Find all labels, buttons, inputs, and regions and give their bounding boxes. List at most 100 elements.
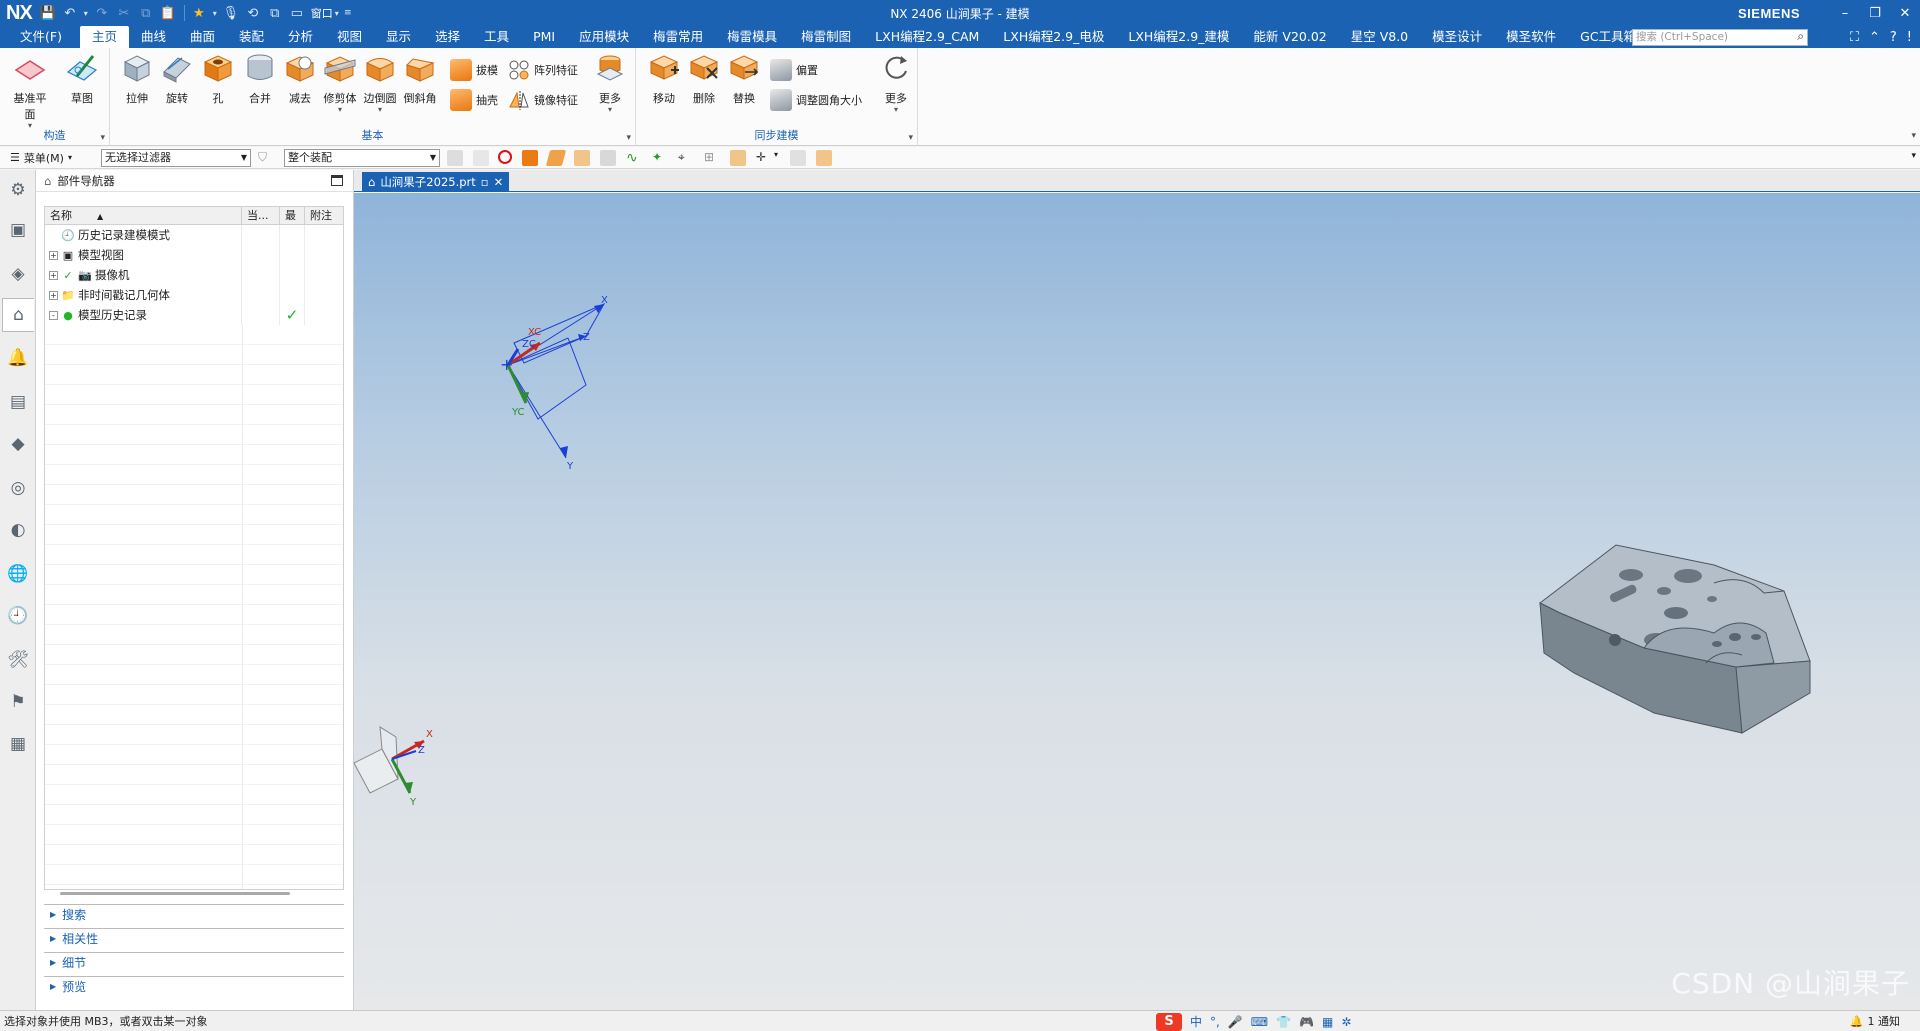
customize-qat-icon[interactable]: ≡: [343, 3, 353, 23]
tab-13[interactable]: 梅雷制图: [789, 26, 863, 48]
window-dropdown-icon[interactable]: ▾: [333, 3, 341, 23]
assembly-navigator-icon[interactable]: ▣: [6, 218, 30, 242]
select-feature-icon[interactable]: [522, 150, 538, 166]
hole-button[interactable]: 孔: [198, 52, 238, 106]
microphone-icon[interactable]: 🎙: [221, 3, 241, 23]
tree-row[interactable]: 🕘 历史记录建模模式: [45, 225, 343, 245]
selection-scope-select[interactable]: 整个装配 ▼: [284, 149, 440, 167]
unite-button[interactable]: 合并: [240, 52, 280, 106]
select-curve-icon[interactable]: ∿: [626, 150, 642, 166]
resize-blend-button[interactable]: 调整圆角大小: [770, 88, 862, 112]
column-header-notes[interactable]: 附注: [305, 207, 343, 224]
save-icon[interactable]: 💾: [38, 3, 58, 23]
star-dropdown-icon[interactable]: ▾: [211, 3, 219, 23]
group-chevron-icon[interactable]: ▾: [908, 133, 913, 143]
trim-body-dropdown-icon[interactable]: ▾: [320, 106, 360, 114]
copy-icon[interactable]: ⧉: [136, 3, 156, 23]
toolbar-options-icon[interactable]: ▾: [1911, 151, 1916, 161]
minimize-icon[interactable]: –: [1830, 0, 1860, 26]
file-menu[interactable]: 文件(F): [0, 26, 80, 48]
column-header-latest[interactable]: 最: [280, 207, 305, 224]
alert-icon[interactable]: !: [1907, 30, 1912, 45]
expand-icon[interactable]: +: [49, 290, 58, 300]
deselect-all-icon[interactable]: [498, 150, 512, 164]
part-navigator-icon[interactable]: ⌂: [2, 298, 34, 332]
window-menu[interactable]: 窗口: [311, 5, 333, 21]
system-materials-icon[interactable]: ▦: [6, 732, 30, 756]
maximize-icon[interactable]: [331, 175, 343, 186]
expand-icon[interactable]: +: [49, 250, 58, 260]
column-header-current[interactable]: 当...: [242, 207, 280, 224]
general-selection-icon[interactable]: [473, 150, 489, 166]
select-body-icon[interactable]: [574, 150, 590, 166]
close-icon[interactable]: ✕: [1890, 0, 1920, 26]
edge-blend-button[interactable]: 边倒圆 ▾: [360, 52, 400, 114]
redo-icon[interactable]: ↷: [92, 3, 112, 23]
document-tab[interactable]: ⌂ 山涧果子2025.prt ▫ ✕: [362, 172, 510, 192]
tree-row[interactable]: + 📁 非时间戳记几何体: [45, 285, 343, 305]
web-browser-icon[interactable]: ◎: [6, 476, 30, 500]
edge-blend-dropdown-icon[interactable]: ▾: [360, 106, 400, 114]
restore-icon[interactable]: ❐: [1860, 0, 1890, 26]
delete-face-button[interactable]: 删除: [684, 52, 724, 106]
select-all-icon[interactable]: [447, 150, 463, 166]
group-chevron-icon[interactable]: ▾: [626, 133, 631, 143]
undo-icon[interactable]: ↶: [60, 3, 80, 23]
ime-settings-icon[interactable]: ✲: [1341, 1015, 1351, 1029]
chamfer-button[interactable]: 倒斜角: [400, 52, 440, 106]
box-select-icon[interactable]: [790, 150, 806, 166]
horizontal-scrollbar[interactable]: [60, 892, 290, 895]
history-clock-icon[interactable]: 🕘: [6, 604, 30, 628]
component-select-icon[interactable]: [730, 150, 746, 166]
window-icon[interactable]: ▭: [287, 3, 307, 23]
view-triad[interactable]: [354, 726, 425, 794]
hd3d-tools-icon[interactable]: ◆: [6, 432, 30, 456]
tab-10[interactable]: 应用模块: [567, 26, 641, 48]
panel-details[interactable]: ▶ 细节: [44, 952, 344, 971]
ime-keyboard-icon[interactable]: ⌨: [1251, 1015, 1268, 1029]
tab-4[interactable]: 分析: [276, 26, 325, 48]
undo-dropdown-icon[interactable]: ▾: [82, 3, 90, 23]
ime-skin-icon[interactable]: 👕: [1276, 1015, 1291, 1029]
datum-plane-button[interactable]: 基准平面 ▾: [10, 52, 50, 130]
ime-chinese-mode[interactable]: 中: [1190, 1013, 1202, 1030]
close-tab-icon[interactable]: ✕: [494, 175, 504, 189]
tab-3[interactable]: 装配: [227, 26, 276, 48]
ime-toolbox-icon[interactable]: ▦: [1322, 1015, 1333, 1029]
tab-18[interactable]: 星空 V8.0: [1339, 26, 1420, 48]
paste-icon[interactable]: 📋: [158, 3, 178, 23]
select-point-icon[interactable]: ✦: [652, 150, 668, 166]
mirror-feature-button[interactable]: 镜像特征: [508, 88, 578, 112]
help-icon[interactable]: ?: [1890, 30, 1897, 45]
more-basic-dropdown-icon[interactable]: ▾: [590, 106, 630, 114]
tab-14[interactable]: LXH编程2.9_CAM: [863, 26, 991, 48]
collapse-icon[interactable]: -: [49, 310, 58, 320]
tab-15[interactable]: LXH编程2.9_电极: [991, 26, 1116, 48]
tree-row[interactable]: - ● 模型历史记录 ✓: [45, 305, 343, 325]
reuse-library-icon[interactable]: ▤: [6, 390, 30, 414]
type-filter-select[interactable]: 无选择过滤器 ▼: [101, 149, 251, 167]
tab-17[interactable]: 能新 V20.02: [1241, 26, 1338, 48]
repeat-command-icon[interactable]: ⟲: [243, 3, 263, 23]
select-solid-icon[interactable]: [600, 150, 616, 166]
tab-20[interactable]: 模圣软件: [1494, 26, 1568, 48]
tab-12[interactable]: 梅雷模具: [715, 26, 789, 48]
tab-5[interactable]: 视图: [325, 26, 374, 48]
shell-button[interactable]: 抽壳: [450, 88, 498, 112]
globe-icon[interactable]: 🌐: [6, 562, 30, 586]
settings-gear-icon[interactable]: ⚙: [6, 178, 30, 202]
role-icon[interactable]: ⚑: [6, 690, 30, 714]
column-header-name[interactable]: 名称 ▲: [45, 207, 242, 224]
tree-row[interactable]: + ✓ 📷 摄像机: [45, 265, 343, 285]
constraint-navigator-icon[interactable]: ◈: [6, 262, 30, 286]
process-studio-icon[interactable]: ◐: [6, 518, 30, 542]
tab-8[interactable]: 工具: [472, 26, 521, 48]
panel-preview[interactable]: ▶ 预览: [44, 976, 344, 995]
ime-voice-icon[interactable]: 🎤: [1228, 1015, 1243, 1029]
show-hidden-icon[interactable]: [816, 150, 832, 166]
select-face-icon[interactable]: [545, 150, 567, 166]
solid-body[interactable]: [1539, 544, 1811, 734]
notifications[interactable]: 🔔 1 通知: [1850, 1013, 1900, 1029]
switch-window-icon[interactable]: ⧉: [265, 3, 285, 23]
tab-0[interactable]: 主页: [79, 26, 129, 48]
